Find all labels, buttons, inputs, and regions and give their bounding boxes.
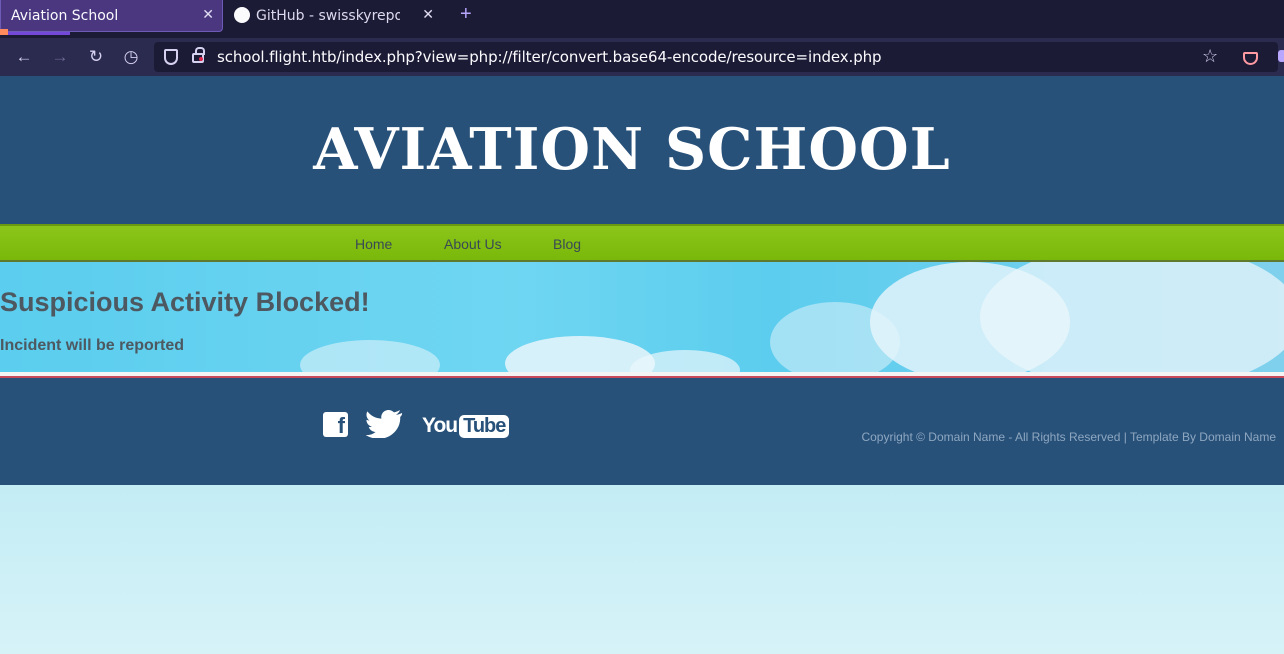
site-title: AVIATION SCHOOL: [313, 116, 951, 183]
youtube-logo-text: Tube: [459, 414, 510, 438]
tab-github[interactable]: GitHub - swisskyrepo/Pay ✕: [230, 0, 440, 32]
copyright-text: Copyright © Domain Name - All Rights Res…: [861, 430, 1276, 444]
twitter-icon[interactable]: [366, 410, 404, 438]
youtube-icon[interactable]: You Tube: [422, 412, 510, 440]
menu-item-blog[interactable]: Blog: [553, 236, 581, 252]
arrow-right-icon[interactable]: →: [50, 47, 70, 67]
extensions-icon[interactable]: [1278, 50, 1284, 62]
tab-loading-indicator: [0, 29, 70, 35]
url-text[interactable]: school.flight.htb/index.php?view=php://f…: [217, 48, 882, 66]
site-footer: f You Tube Copyright © Domain Name - All…: [0, 378, 1284, 485]
site-header: AVIATION SCHOOL: [0, 76, 1284, 224]
shield-icon[interactable]: [164, 49, 178, 65]
clock-icon[interactable]: ◷: [121, 47, 141, 67]
youtube-logo-text: You: [422, 414, 458, 437]
facebook-icon[interactable]: f: [323, 412, 348, 437]
pocket-icon[interactable]: [1243, 52, 1258, 65]
tab-aviation-school[interactable]: Aviation School ✕: [0, 0, 223, 32]
tab-bar: Aviation School ✕ GitHub - swisskyrepo/P…: [0, 0, 1284, 38]
tab-title: GitHub - swisskyrepo/Pay: [256, 8, 400, 24]
sky-banner: Suspicious Activity Blocked! Incident wi…: [0, 262, 1284, 372]
close-icon[interactable]: ✕: [202, 7, 214, 23]
menu-item-home[interactable]: Home: [355, 236, 392, 252]
arrow-left-icon[interactable]: ←: [14, 47, 34, 67]
page-content: AVIATION SCHOOL Home About Us Blog Suspi…: [0, 76, 1284, 654]
url-bar[interactable]: school.flight.htb/index.php?view=php://f…: [154, 42, 1278, 72]
navigation-toolbar: ← → ↻ ◷ school.flight.htb/index.php?view…: [0, 38, 1284, 76]
main-menu: Home About Us Blog: [0, 224, 1284, 262]
alert-heading: Suspicious Activity Blocked!: [0, 287, 370, 317]
reload-icon[interactable]: ↻: [86, 47, 106, 67]
new-tab-button[interactable]: +: [460, 3, 472, 26]
lock-icon[interactable]: [192, 47, 205, 63]
menu-item-about-us[interactable]: About Us: [444, 236, 502, 252]
close-icon[interactable]: ✕: [422, 7, 434, 23]
star-icon[interactable]: ☆: [1202, 46, 1218, 67]
github-icon: [234, 7, 250, 23]
cloud-decoration: [300, 340, 440, 372]
cloud-decoration: [980, 262, 1284, 372]
tab-title: Aviation School: [11, 7, 119, 24]
alert-subheading: Incident will be reported: [0, 337, 185, 354]
